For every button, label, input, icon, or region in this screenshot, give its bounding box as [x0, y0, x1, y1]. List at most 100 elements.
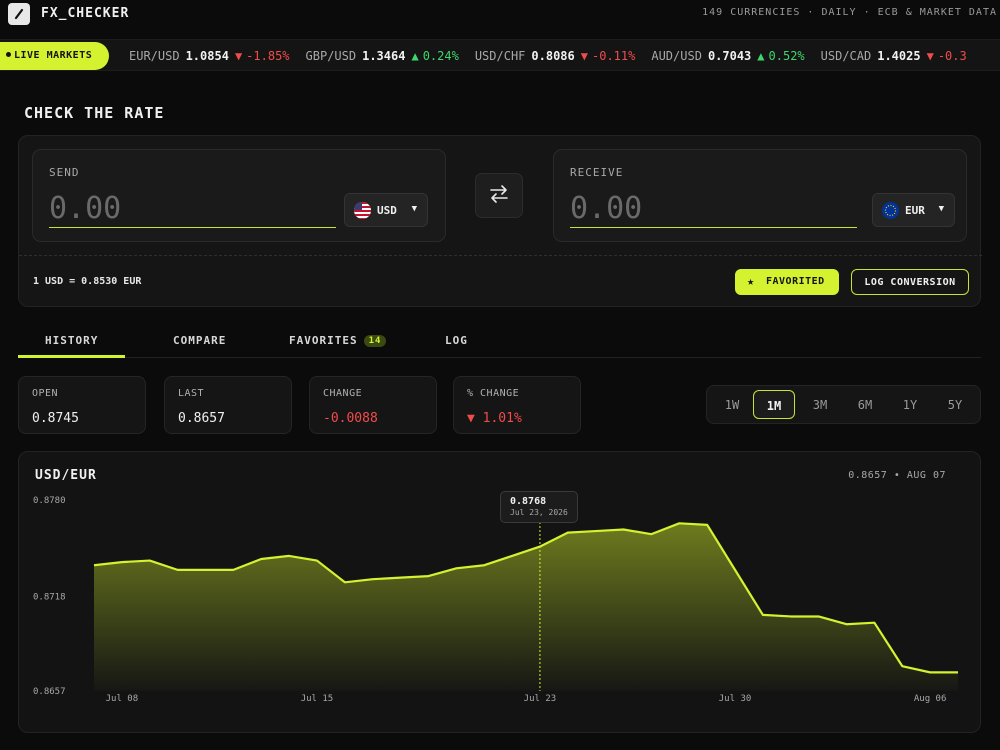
- tooltip-value: 0.8768: [510, 496, 547, 507]
- chart-point: [344, 581, 346, 583]
- tab-favorites-label: FAVORITES: [289, 334, 358, 347]
- chevron-down-icon: ▼: [938, 204, 944, 214]
- data-source-meta: 149 CURRENCIES · DAILY · ECB & MARKET DA…: [702, 7, 997, 18]
- market-ticker: LIVE MARKETS EUR/USD 1.0854 ▼ -1.85% GBP/USD…: [0, 39, 1000, 71]
- y-tick-label: 0.8780: [33, 496, 66, 506]
- chart-point: [316, 560, 318, 562]
- favorited-label: FAVORITED: [766, 276, 825, 287]
- stat-last-value: 0.8657: [178, 411, 225, 426]
- x-tick-label: Jul 08: [106, 694, 139, 704]
- stat-pct-change: % CHANGE ▼ 1.01%: [453, 376, 581, 434]
- chart-point: [846, 623, 848, 625]
- ticker-arrow-icon: ▼: [580, 49, 588, 63]
- send-label: SEND: [49, 166, 80, 179]
- ticker-change: 0.52%: [768, 49, 805, 63]
- chart-point: [455, 567, 457, 569]
- ticker-item[interactable]: AUD/USD 0.7043 ▲ 0.52%: [651, 49, 804, 63]
- swap-icon: [490, 185, 508, 203]
- chart-point: [204, 569, 206, 571]
- swap-currencies-button[interactable]: [475, 173, 523, 218]
- chart-last-meta: 0.8657 • AUG 07: [848, 470, 946, 481]
- ticker-change: -0.11%: [592, 49, 636, 63]
- chart-point: [650, 533, 652, 535]
- chart-tooltip: 0.8768 Jul 23, 2026: [500, 491, 578, 523]
- tab-bar: HISTORY COMPARE FAVORITES 14 LOG: [18, 324, 981, 358]
- live-markets-badge[interactable]: LIVE MARKETS: [0, 42, 109, 70]
- x-tick-label: Jul 15: [301, 694, 334, 704]
- chart-point: [427, 575, 429, 577]
- receive-amount-input[interactable]: [570, 190, 857, 228]
- chart-point: [372, 578, 374, 580]
- ticker-pair: USD/CAD: [820, 49, 872, 63]
- section-title: CHECK THE RATE: [24, 104, 165, 122]
- chart-point: [790, 615, 792, 617]
- tab-compare[interactable]: COMPARE: [173, 334, 226, 347]
- chevron-down-icon: ▼: [411, 204, 417, 214]
- stat-last: LAST 0.8657: [164, 376, 292, 434]
- log-conversion-button[interactable]: LOG CONVERSION: [851, 269, 969, 295]
- ticker-rate: 1.3464: [362, 49, 406, 63]
- ticker-rate: 1.4025: [877, 49, 921, 63]
- send-currency-select[interactable]: USD ▼: [344, 193, 428, 227]
- stat-open: OPEN 0.8745: [18, 376, 146, 434]
- range-1m-button[interactable]: 1M: [753, 390, 795, 419]
- stat-open-label: OPEN: [32, 388, 59, 399]
- chart-point: [706, 524, 708, 526]
- chart-point: [288, 555, 290, 557]
- top-bar: FX_CHECKER 149 CURRENCIES · DAILY · ECB …: [0, 0, 1000, 28]
- logo-icon: [8, 3, 30, 25]
- chart-point: [873, 622, 875, 624]
- send-amount-input[interactable]: [49, 190, 336, 228]
- ticker-item[interactable]: GBP/USD 1.3464 ▲ 0.24%: [306, 49, 459, 63]
- receive-label: RECEIVE: [570, 166, 624, 179]
- stat-pct-value: ▼ 1.01%: [467, 411, 522, 426]
- tab-log[interactable]: LOG: [445, 334, 468, 347]
- ticker-item[interactable]: USD/CHF 0.8086 ▼ -0.11%: [475, 49, 636, 63]
- stat-change-value: -0.0088: [323, 411, 378, 426]
- range-5y-button[interactable]: 5Y: [934, 390, 976, 419]
- chart-point: [93, 564, 95, 566]
- chart-point: [595, 530, 597, 532]
- chart-area-fill: [94, 523, 958, 691]
- range-1y-button[interactable]: 1Y: [889, 390, 931, 419]
- range-3m-button[interactable]: 3M: [799, 390, 841, 419]
- range-6m-button[interactable]: 6M: [844, 390, 886, 419]
- chart-point: [177, 569, 179, 571]
- star-icon: ★: [747, 274, 755, 288]
- x-tick-label: Jul 30: [719, 694, 752, 704]
- ticker-item[interactable]: EUR/USD 1.0854 ▼ -1.85%: [129, 49, 290, 63]
- stat-change-label: CHANGE: [323, 388, 363, 399]
- chart-point: [483, 564, 485, 566]
- ticker-item[interactable]: USD/CAD 1.4025 ▼ -0.3: [821, 49, 967, 63]
- chart-point: [623, 529, 625, 531]
- stat-change: CHANGE -0.0088: [309, 376, 437, 434]
- chart-point: [734, 569, 736, 571]
- favorited-button[interactable]: ★ FAVORITED: [735, 269, 839, 295]
- ticker-arrow-icon: ▲: [411, 49, 419, 63]
- receive-currency-select[interactable]: EUR ▼: [872, 193, 955, 227]
- rate-summary: 1 USD = 0.8530 EUR: [33, 276, 142, 287]
- tooltip-date: Jul 23, 2026: [510, 508, 568, 517]
- ticker-pair: EUR/USD: [129, 49, 180, 63]
- y-tick-label: 0.8718: [33, 592, 66, 602]
- stat-open-value: 0.8745: [32, 411, 79, 426]
- ticker-arrow-icon: ▼: [926, 49, 934, 63]
- chart-point: [762, 614, 764, 616]
- chart-point: [567, 532, 569, 534]
- send-currency-code: USD: [377, 204, 397, 217]
- ticker-change: 0.24%: [422, 49, 459, 63]
- tab-history[interactable]: HISTORY: [45, 334, 98, 347]
- ticker-change: -1.85%: [246, 49, 290, 63]
- x-tick-label: Aug 06: [914, 694, 947, 704]
- receive-field-box: RECEIVE EUR ▼: [553, 149, 967, 242]
- ticker-pair: AUD/USD: [651, 49, 702, 63]
- range-1w-button[interactable]: 1W: [711, 390, 753, 419]
- chart-point: [818, 615, 820, 617]
- tab-favorites[interactable]: FAVORITES 14: [289, 334, 387, 347]
- history-chart-card: 0.8780 0.8718 0.8657 Jul 08 Jul 15 Jul 23 Jul …: [18, 451, 981, 733]
- ticker-list: EUR/USD 1.0854 ▼ -1.85% GBP/USD 1.3464 ▲ 0.24% U…: [129, 49, 983, 63]
- chart-point: [260, 558, 262, 560]
- receive-currency-code: EUR: [905, 204, 925, 217]
- send-field-box: SEND USD ▼: [32, 149, 446, 242]
- chart-point: [901, 665, 903, 667]
